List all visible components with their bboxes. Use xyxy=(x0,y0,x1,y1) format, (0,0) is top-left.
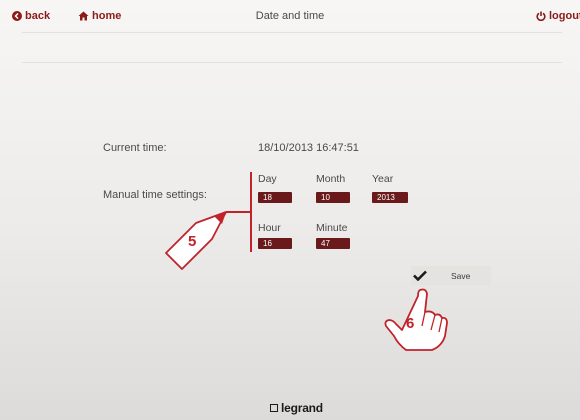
month-label: Month xyxy=(316,173,346,185)
logout-button[interactable]: logout xyxy=(536,10,580,22)
power-icon xyxy=(536,11,546,21)
manual-settings-label: Manual time settings: xyxy=(103,189,207,201)
callout-5: 5 xyxy=(188,233,197,250)
hour-field[interactable]: 16 xyxy=(258,238,292,249)
pointing-hand-icon xyxy=(384,288,448,351)
day-label: Day xyxy=(258,173,277,185)
page-title: Date and time xyxy=(255,10,325,22)
minute-field[interactable]: 47 xyxy=(316,238,350,249)
header-divider xyxy=(22,32,562,33)
logout-label: logout xyxy=(549,10,580,22)
brand-label: legrand xyxy=(281,401,323,415)
save-label: Save xyxy=(451,270,471,281)
year-label: Year xyxy=(372,173,394,185)
day-field[interactable]: 18 xyxy=(258,192,292,203)
current-time-label: Current time: xyxy=(103,142,167,154)
month-field[interactable]: 10 xyxy=(316,192,350,203)
current-time-value: 18/10/2013 16:47:51 xyxy=(258,142,359,154)
minute-label: Minute xyxy=(316,222,348,234)
save-button[interactable]: Save xyxy=(411,266,491,285)
legrand-logo: legrand xyxy=(270,401,323,415)
content-divider xyxy=(22,62,562,63)
check-icon xyxy=(413,270,427,281)
top-bar: back home Date and time logout xyxy=(0,0,580,32)
hour-label: Hour xyxy=(258,222,281,234)
year-field[interactable]: 2013 xyxy=(372,192,408,203)
callout-6: 6 xyxy=(406,315,415,332)
legrand-square-icon xyxy=(270,404,278,412)
